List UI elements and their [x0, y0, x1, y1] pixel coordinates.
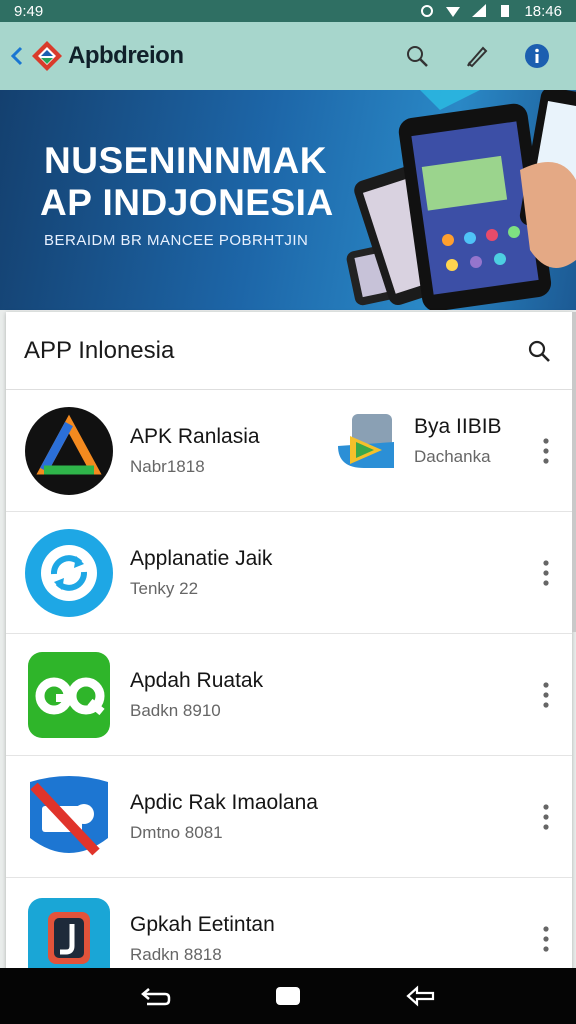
more-vert-icon [543, 559, 549, 586]
nav-recents-button[interactable] [136, 976, 176, 1016]
app-text: Applanatie Jaik Tenky 22 [130, 547, 272, 599]
app-logo [32, 41, 62, 71]
more-vert-icon [543, 925, 549, 952]
banner-headline-1: NUSENINNMAK [44, 140, 327, 181]
app-name: Apdah Ruatak [130, 668, 264, 692]
secondary-app-name: Bya IIBIB [414, 415, 502, 438]
app-text: APK Ranlasia Nabr1818 [130, 425, 260, 477]
app-text: Gpkah Eetintan Radkn 8818 [130, 913, 275, 965]
home-icon [276, 987, 300, 1005]
sync-icon [25, 528, 113, 617]
info-button[interactable] [522, 41, 552, 71]
signal-icon [472, 4, 487, 17]
overflow-menu-button[interactable] [534, 677, 558, 713]
overflow-menu-button[interactable] [534, 921, 558, 957]
triangle-logo-icon [25, 406, 113, 495]
overflow-menu-button[interactable] [534, 555, 558, 591]
pencil-icon [467, 46, 488, 68]
app-subtitle: Tenky 22 [130, 578, 199, 598]
blocked-app-icon [30, 775, 108, 855]
j-app-icon [28, 897, 110, 972]
search-button[interactable] [402, 41, 432, 71]
list-item[interactable]: Apdah Ruatak Badkn 8910 [6, 634, 572, 756]
banner-headline-2: AP INDJONESIA [40, 182, 334, 223]
more-vert-icon [543, 437, 549, 464]
overflow-menu-button[interactable] [534, 799, 558, 835]
secondary-app[interactable]: Bya IIBIB Dachanka [334, 406, 502, 476]
app-subtitle: Dmtno 8081 [130, 822, 223, 842]
promo-banner[interactable]: NUSENINNMAK AP INDJONESIA BERAIDM BR MAN… [0, 90, 576, 310]
nav-back-button[interactable] [400, 976, 440, 1016]
list-item[interactable]: Gpkah Eetintan Radkn 8818 [6, 878, 572, 972]
chevron-left-icon [11, 46, 23, 66]
app-name: Apdic Rak Imaolana [130, 790, 318, 814]
app-bar: Apbdreion [0, 22, 576, 90]
banner-subtitle: BERAIDM BR MANCEE POBRHTJIN [44, 232, 309, 249]
overflow-menu-button[interactable] [534, 433, 558, 469]
app-subtitle: Radkn 8818 [130, 944, 222, 964]
app-subtitle: Nabr1818 [130, 456, 205, 476]
secondary-app-subtitle: Dachanka [414, 447, 491, 466]
nav-home-button[interactable] [268, 976, 308, 1016]
navigation-bar [0, 968, 576, 1024]
more-vert-icon [543, 803, 549, 830]
list-item[interactable]: APK Ranlasia Nabr1818 Bya IIBIB Dachanka [6, 390, 572, 512]
app-text: Apdic Rak Imaolana Dmtno 8081 [130, 791, 318, 843]
app-title: Apbdreion [68, 42, 184, 69]
app-text: Apdah Ruatak Badkn 8910 [130, 669, 263, 721]
status-bar: 9:49 18:46 [0, 0, 576, 22]
back-button[interactable] [8, 44, 26, 68]
more-vert-icon [543, 681, 549, 708]
return-icon [141, 988, 171, 1006]
search-icon [407, 46, 428, 67]
app-list-card: APP Inlonesia APK Ranlasia Nabr1818 Bya … [6, 312, 572, 972]
scrollbar[interactable] [572, 312, 576, 632]
app-subtitle: Badkn 8910 [130, 700, 221, 720]
edit-button[interactable] [462, 41, 492, 71]
list-header: APP Inlonesia [6, 312, 572, 390]
app-name: Gpkah Eetintan [130, 912, 275, 936]
list-search-button[interactable] [524, 336, 554, 366]
wifi-icon [446, 7, 461, 17]
secondary-app-text: Bya IIBIB Dachanka [414, 415, 502, 467]
list-item[interactable]: Applanatie Jaik Tenky 22 [6, 512, 572, 634]
status-time: 18:46 [524, 2, 562, 20]
alarm-icon [421, 5, 434, 17]
app-bar-actions [402, 41, 568, 71]
app-name: APK Ranlasia [130, 424, 260, 448]
search-icon [528, 340, 550, 362]
status-time-left: 9:49 [14, 2, 44, 20]
info-icon [525, 44, 549, 68]
status-icons: 18:46 [420, 3, 562, 20]
folder-triangle-icon [338, 414, 394, 468]
battery-icon [501, 5, 510, 17]
phones-illustration [346, 90, 576, 310]
list-item[interactable]: Apdic Rak Imaolana Dmtno 8081 [6, 756, 572, 878]
go-icon [28, 651, 110, 738]
back-arrow-icon [406, 985, 435, 1007]
app-name: Applanatie Jaik [130, 546, 273, 570]
list-title: APP Inlonesia [24, 336, 175, 364]
